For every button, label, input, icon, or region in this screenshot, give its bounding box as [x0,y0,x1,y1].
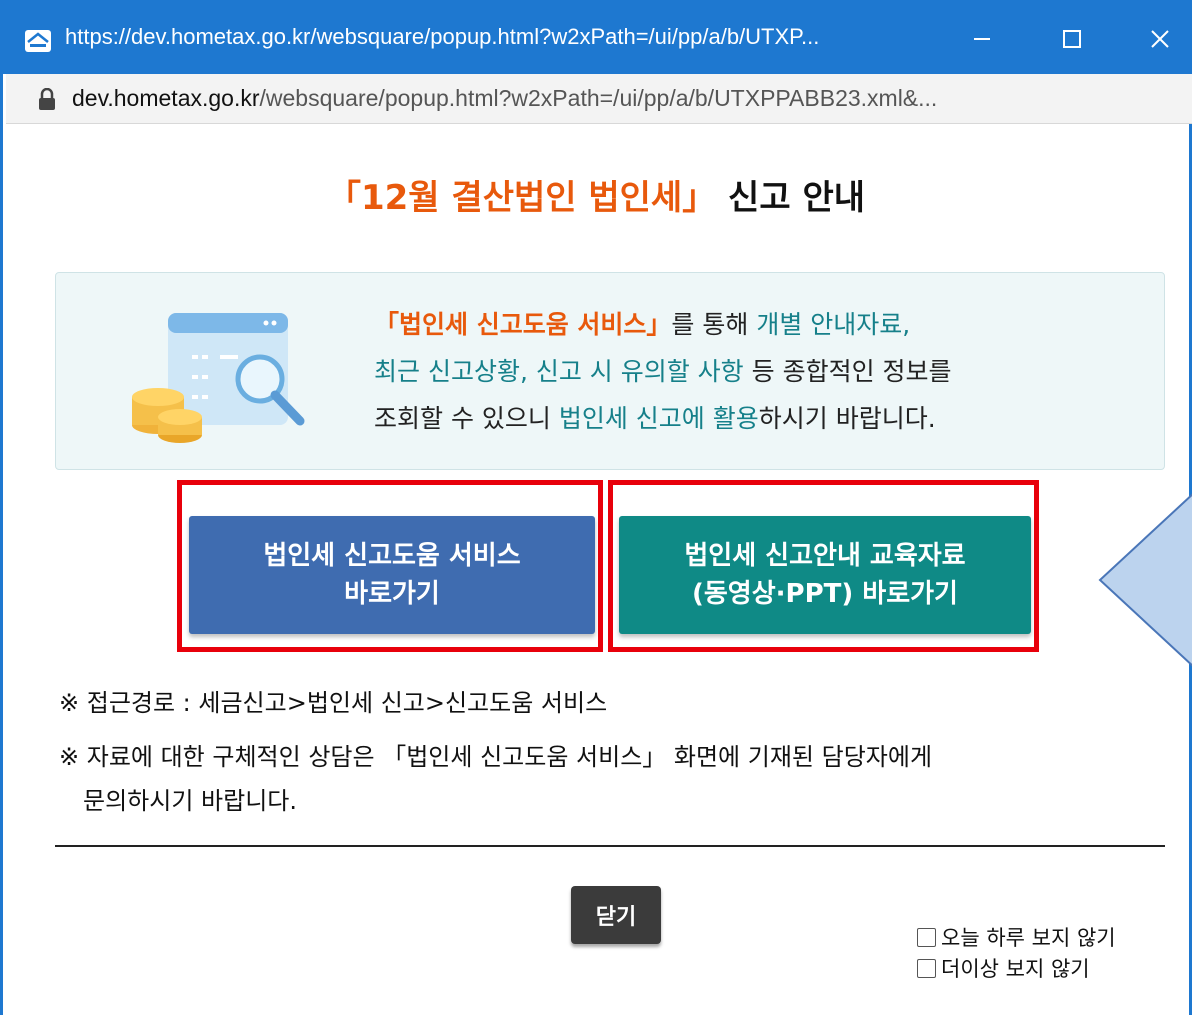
hometax-favicon-icon [25,30,51,52]
minimize-icon [974,38,990,40]
maximize-button[interactable] [1051,19,1093,59]
tax-lookup-illustration-icon [132,313,305,443]
maximize-icon [1063,30,1081,48]
page-title-highlight: 「12월 결산법인 법인세」 [326,178,717,218]
button-label-line: 법인세 신고안내 교육자료 [684,541,966,571]
button-label-line: (동영상·PPT) 바로가기 [692,579,958,609]
close-icon [1151,30,1169,48]
info-text: 「법인세 신고도움 서비스」를 통해 개별 안내자료, 최근 신고상황, 신고 … [374,301,1154,442]
dont-show-today-label: 오늘 하루 보지 않기 [941,926,1116,950]
info-highlight: 최근 신고상황, 신고 시 유의할 사항 [374,357,744,386]
info-highlight: 개별 안내자료, [756,310,911,339]
info-service-name: 「법인세 신고도움 서비스」 [374,310,672,339]
page-title-rest: 신고 안내 [716,178,866,218]
address-bar[interactable]: dev.hometax.go.kr/websquare/popup.html?w… [6,74,1192,124]
address-path: /websquare/popup.html?w2xPath=/ui/pp/a/b… [259,85,938,111]
close-window-button[interactable] [1139,19,1181,59]
consult-note-continued: 문의하시기 바랍니다. [83,787,297,815]
dont-show-today-checkbox[interactable] [917,927,936,947]
popup-window: https://dev.hometax.go.kr/websquare/popu… [0,0,1192,1015]
dont-show-today-option[interactable]: 오늘 하루 보지 않기 [917,922,1116,952]
info-text-segment: 조회할 수 있으니 [374,404,559,433]
dont-show-again-label: 더이상 보지 않기 [941,957,1090,981]
divider [55,845,1165,847]
info-text-segment: 를 통해 [671,310,757,339]
consult-note: ※ 자료에 대한 구체적인 상담은 「법인세 신고도움 서비스」 화면에 기재된… [59,743,933,771]
address-host: dev.hometax.go.kr [72,85,260,111]
minimize-button[interactable] [961,19,1003,59]
info-highlight: 법인세 신고에 활용 [558,404,759,433]
info-line-1: 「법인세 신고도움 서비스」를 통해 개별 안내자료, [374,301,1154,348]
info-text-segment: 등 종합적인 정보를 [743,357,952,386]
filing-help-service-button[interactable]: 법인세 신고도움 서비스 바로가기 [189,516,595,634]
info-box: 「법인세 신고도움 서비스」를 통해 개별 안내자료, 최근 신고상황, 신고 … [55,272,1165,470]
info-line-3: 조회할 수 있으니 법인세 신고에 활용하시기 바랍니다. [374,395,1154,442]
dont-show-again-checkbox[interactable] [917,958,936,978]
title-bar: https://dev.hometax.go.kr/websquare/popu… [3,0,1192,74]
button-label-line: 법인세 신고도움 서비스 [263,541,521,571]
window-title: https://dev.hometax.go.kr/websquare/popu… [65,24,820,49]
info-text-segment: 하시기 바랍니다. [758,404,936,433]
page-title: 「12월 결산법인 법인세」 신고 안내 [3,170,1189,219]
access-path-note: ※ 접근경로 : 세금신고>법인세 신고>신고도움 서비스 [59,689,608,717]
lock-icon [39,88,55,110]
info-line-2: 최근 신고상황, 신고 시 유의할 사항 등 종합적인 정보를 [374,348,1154,395]
close-button[interactable]: 닫기 [571,886,661,944]
dont-show-again-option[interactable]: 더이상 보지 않기 [917,953,1090,983]
button-label-line: 바로가기 [344,579,440,609]
education-materials-button[interactable]: 법인세 신고안내 교육자료 (동영상·PPT) 바로가기 [619,516,1031,634]
pointer-arrow-icon [1098,493,1192,667]
address-url: dev.hometax.go.kr/websquare/popup.html?w… [72,85,937,112]
